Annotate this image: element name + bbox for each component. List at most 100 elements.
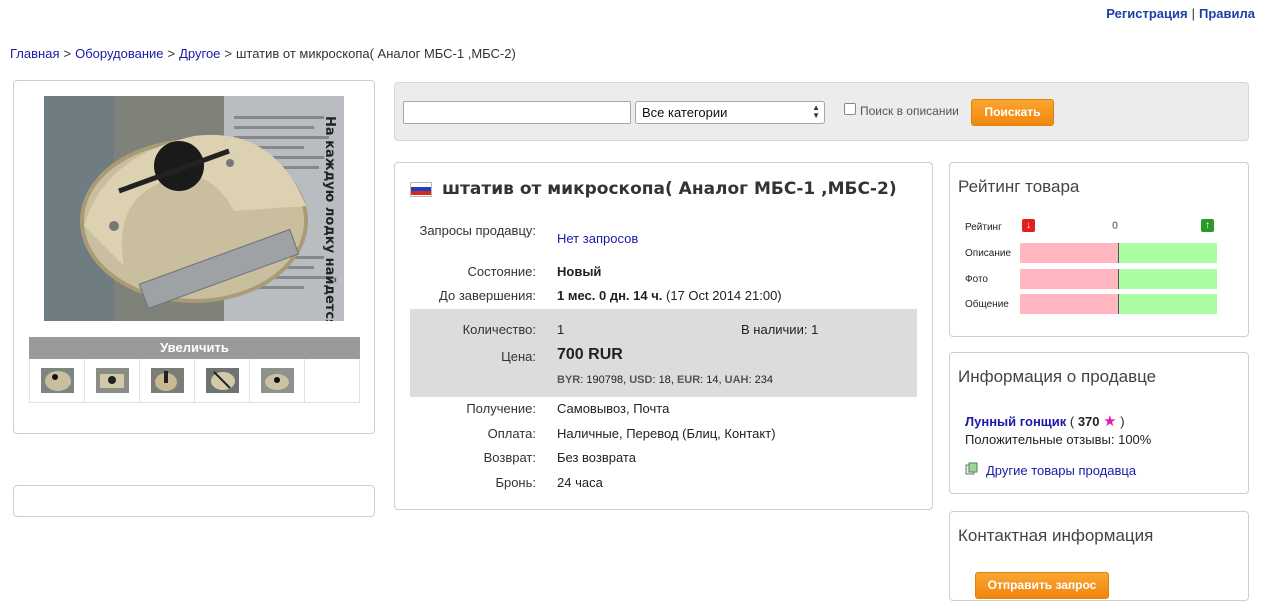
in-stock-label: В наличии: <box>741 322 808 337</box>
eur-label: EUR <box>676 374 701 386</box>
category-select[interactable]: Все категории ▲ ▼ <box>635 101 825 124</box>
register-link[interactable]: Регистрация <box>1106 6 1187 21</box>
requests-value: Нет запросов <box>557 231 638 246</box>
thumbnail[interactable] <box>195 359 250 402</box>
rating-bar-positive <box>1118 269 1217 289</box>
russia-flag-icon <box>410 181 432 197</box>
breadcrumb-separator: > <box>63 46 72 61</box>
search-in-description-label: Поиск в описании <box>860 104 959 118</box>
return-label: Возврат: <box>483 450 536 465</box>
rating-bar-negative <box>1020 269 1119 289</box>
thumbnail[interactable] <box>250 359 305 402</box>
rating-bar-positive <box>1118 243 1217 263</box>
condition-value: Новый <box>557 264 602 279</box>
rating-bar-negative <box>1020 243 1119 263</box>
delivery-value: Самовывоз, Почта <box>557 401 670 416</box>
ends-value: 1 мес. 0 дн. 14 ч. (17 Oct 2014 21:00) <box>557 288 782 303</box>
rating-heading: Рейтинг товара <box>958 177 1080 196</box>
rating-bar-photo <box>1020 269 1217 289</box>
contact-info-panel: Контактная информация Отправить запрос <box>949 511 1249 601</box>
thumbnail[interactable] <box>85 359 140 402</box>
other-goods-link[interactable]: Другие товары продавца <box>986 463 1136 478</box>
breadcrumb-separator: > <box>167 46 176 61</box>
in-stock: В наличии: 1 <box>741 322 818 337</box>
other-goods-row: Другие товары продавца <box>965 462 1136 478</box>
uah-label: UAH <box>724 374 749 386</box>
main-product-photo[interactable]: На каждую лодку найдется своя «Булава» <box>44 96 344 321</box>
product-rating-panel: Рейтинг товара Рейтинг ↓ 0 ↑ Описание Фо… <box>949 162 1249 337</box>
enlarge-button[interactable]: Увеличить <box>29 337 360 359</box>
top-links-separator: | <box>1191 6 1195 21</box>
rules-link[interactable]: Правила <box>1199 6 1255 21</box>
rating-bar-negative <box>1020 294 1119 314</box>
reserve-value: 24 часа <box>557 475 603 490</box>
send-request-button[interactable]: Отправить запрос <box>975 572 1109 599</box>
seller-name-line: Лунный гонщик ( 370 ★ ) <box>965 413 1125 430</box>
other-goods-icon <box>965 462 978 478</box>
rating-bar-communication <box>1020 294 1217 314</box>
payment-label: Оплата: <box>487 426 536 441</box>
seller-heading: Информация о продавце <box>958 367 1157 386</box>
quantity-label: Количество: <box>462 322 536 337</box>
seller-name-link[interactable]: Лунный гонщик <box>965 414 1066 429</box>
currency-list: BYR: 190798, USD: 18, EUR: 14, UAH: 234 <box>557 374 773 386</box>
rating-row-label: Общение <box>965 299 1009 310</box>
breadcrumb: Главная > Оборудование > Другое > штатив от ми… <box>10 46 516 61</box>
rating-row-label: Описание <box>965 248 1012 259</box>
uah-value: 234 <box>754 374 773 386</box>
breadcrumb-other[interactable]: Другое <box>179 46 220 61</box>
vote-up-icon[interactable]: ↑ <box>1201 219 1214 232</box>
vote-down-icon[interactable]: ↓ <box>1022 219 1035 232</box>
requests-label: Запросы продавцу: <box>419 223 536 238</box>
photo-newspaper-text: На каждую лодку найдется своя «Булава» <box>322 116 337 321</box>
category-select-value: Все категории <box>642 105 728 120</box>
byr-label: BYR <box>557 374 581 386</box>
breadcrumb-equipment[interactable]: Оборудование <box>75 46 163 61</box>
byr-value: 190798 <box>586 374 624 386</box>
product-photo-image: На каждую лодку найдется своя «Булава» <box>44 96 344 321</box>
product-gallery: На каждую лодку найдется своя «Булава» У… <box>13 80 375 434</box>
delivery-label: Получение: <box>466 401 536 416</box>
condition-label: Состояние: <box>467 264 536 279</box>
usd-label: USD <box>629 374 653 386</box>
star-icon: ★ <box>1103 413 1117 430</box>
eur-value: 14 <box>706 374 719 386</box>
requests-link[interactable]: Нет запросов <box>557 231 638 246</box>
contact-heading: Контактная информация <box>958 526 1154 545</box>
thumbnail[interactable] <box>140 359 195 402</box>
rating-bar-description <box>1020 243 1217 263</box>
product-title: штатив от микроскопа( Аналог МБС-1 ,МБС-… <box>410 179 897 199</box>
search-button[interactable]: Поискать <box>971 99 1054 126</box>
rating-label: Рейтинг <box>965 222 1002 233</box>
ends-label: До завершения: <box>439 288 536 303</box>
thumbnail-image <box>205 368 239 393</box>
search-in-description-checkbox[interactable] <box>844 103 856 115</box>
rating-bar-positive <box>1118 294 1217 314</box>
ends-remaining: 1 мес. 0 дн. 14 ч. <box>557 288 663 303</box>
price-label: Цена: <box>501 349 536 364</box>
rating-row-label: Фото <box>965 274 988 285</box>
product-details: штатив от микроскопа( Аналог МБС-1 ,МБС-… <box>394 162 933 510</box>
product-title-text: штатив от микроскопа( Аналог МБС-1 ,МБС-… <box>442 179 897 199</box>
thumbnail-strip <box>29 359 360 403</box>
breadcrumb-home[interactable]: Главная <box>10 46 59 61</box>
rating-value: 0 <box>1112 220 1119 232</box>
thumbnail-image <box>40 368 74 393</box>
thumbnail[interactable] <box>30 359 85 402</box>
search-panel: Все категории ▲ ▼ Поиск в описании Поиска… <box>394 82 1249 141</box>
positive-feedback-value: 100% <box>1118 432 1152 447</box>
return-value: Без возврата <box>557 450 636 465</box>
quantity-value: 1 <box>557 322 565 337</box>
in-stock-value: 1 <box>811 322 819 337</box>
ends-date: (17 Oct 2014 21:00) <box>666 288 782 303</box>
seller-score: 370 <box>1077 414 1100 429</box>
price-value: 700 RUR <box>557 346 623 363</box>
breadcrumb-separator: > <box>224 46 232 61</box>
seller-info-panel: Информация о продавце Лунный гонщик ( 37… <box>949 352 1249 494</box>
usd-value: 18 <box>658 374 671 386</box>
search-input[interactable] <box>403 101 631 124</box>
search-in-description[interactable]: Поиск в описании <box>844 103 959 118</box>
breadcrumb-current: штатив от микроскопа( Аналог МБС-1 ,МБС-… <box>236 46 516 61</box>
select-arrows-icon: ▲ ▼ <box>812 103 820 120</box>
thumbnail-image <box>260 368 294 393</box>
